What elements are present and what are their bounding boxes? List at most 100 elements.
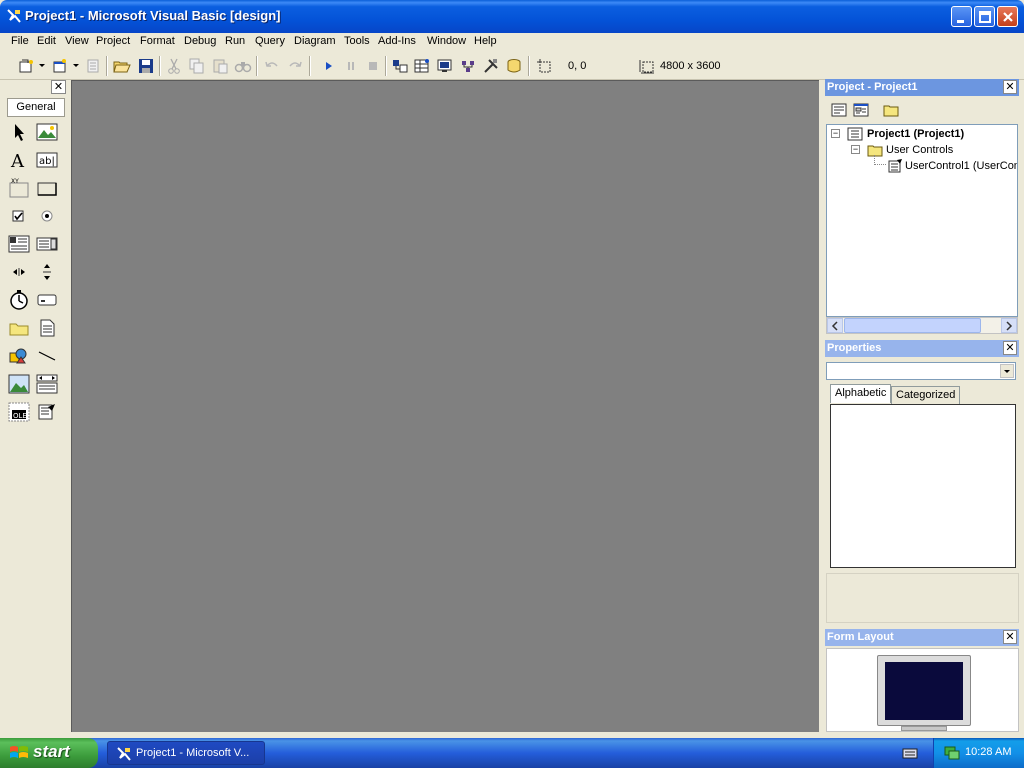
svg-text:A: A: [10, 151, 25, 171]
menu-file[interactable]: File: [11, 35, 29, 47]
image-tool-icon[interactable]: [8, 373, 30, 395]
close-button[interactable]: [997, 6, 1018, 27]
menu-project[interactable]: Project: [96, 35, 130, 47]
usercontrol-tool-icon[interactable]: [36, 401, 58, 423]
vb-app-icon[interactable]: [6, 8, 22, 24]
shape-tool-icon[interactable]: [8, 345, 30, 367]
tree-collapse-root-icon[interactable]: −: [831, 129, 840, 138]
textbox-tool-icon[interactable]: ab|: [36, 149, 58, 171]
menu-debug[interactable]: Debug: [184, 35, 216, 47]
tree-item-project1[interactable]: Project1 (Project1): [867, 128, 964, 140]
cut-icon[interactable]: [165, 57, 183, 75]
form-layout-panel-header[interactable]: Form Layout ✕: [825, 629, 1019, 646]
add-form-icon[interactable]: [51, 57, 69, 75]
vscrollbar-tool-icon[interactable]: [36, 261, 58, 283]
menu-add-ins[interactable]: Add-Ins: [378, 35, 416, 47]
tree-collapse-folder-icon[interactable]: −: [851, 145, 860, 154]
size-icon: [638, 57, 656, 75]
monitor-stand: [901, 726, 947, 731]
view-code-icon[interactable]: [830, 101, 848, 119]
maximize-button[interactable]: [974, 6, 995, 27]
properties-panel-close-icon[interactable]: ✕: [1003, 341, 1017, 355]
view-object-icon[interactable]: [852, 101, 870, 119]
tab-categorized[interactable]: Categorized: [891, 386, 961, 405]
break-icon[interactable]: [342, 57, 360, 75]
project-tree-hscrollbar[interactable]: [826, 317, 1018, 334]
commandbutton-tool-icon[interactable]: [36, 177, 58, 199]
properties-grid[interactable]: [830, 404, 1016, 568]
design-workspace[interactable]: [71, 80, 819, 732]
scroll-right-icon[interactable]: [1001, 318, 1017, 333]
line-tool-icon[interactable]: [36, 345, 58, 367]
menu-diagram[interactable]: Diagram: [294, 35, 336, 47]
checkbox-tool-icon[interactable]: [8, 205, 30, 227]
optionbutton-tool-icon[interactable]: [36, 205, 58, 227]
properties-window-icon[interactable]: [413, 57, 431, 75]
menu-edit[interactable]: Edit: [37, 35, 56, 47]
network-icon[interactable]: [943, 745, 961, 764]
toggle-folders-icon[interactable]: [882, 101, 900, 119]
data-tool-icon[interactable]: [36, 373, 58, 395]
data-view-icon[interactable]: [505, 57, 523, 75]
menu-query[interactable]: Query: [255, 35, 285, 47]
scroll-left-icon[interactable]: [827, 318, 843, 333]
find-icon[interactable]: [234, 57, 252, 75]
title-bar[interactable]: Project1 - Microsoft Visual Basic [desig…: [0, 0, 1024, 33]
start-run-icon[interactable]: [320, 57, 338, 75]
dirlistbox-tool-icon[interactable]: [8, 317, 30, 339]
menu-window[interactable]: Window: [427, 35, 466, 47]
tree-connector: [874, 155, 886, 165]
scroll-thumb[interactable]: [844, 318, 981, 333]
project-panel-header[interactable]: Project - Project1 ✕: [825, 79, 1019, 96]
form-layout-panel-close-icon[interactable]: ✕: [1003, 630, 1017, 644]
tree-item-usercontrol1[interactable]: UserControl1 (UserControl1): [905, 160, 1017, 172]
tab-alphabetic[interactable]: Alphabetic: [830, 384, 892, 403]
menu-format[interactable]: Format: [140, 35, 175, 47]
ole-tool-icon[interactable]: OLE: [8, 401, 30, 423]
picturebox-tool-icon[interactable]: [36, 121, 58, 143]
taskbar-task-vb[interactable]: Project1 - Microsoft V...: [107, 741, 265, 765]
monitor-preview: [877, 655, 971, 726]
frame-tool-icon[interactable]: XY: [8, 177, 30, 199]
monitor-screen[interactable]: [885, 662, 963, 720]
menu-view[interactable]: View: [65, 35, 89, 47]
paste-icon[interactable]: [211, 57, 229, 75]
object-selector-combo[interactable]: [826, 362, 1016, 380]
project-panel-close-icon[interactable]: ✕: [1003, 80, 1017, 94]
redo-icon[interactable]: [286, 57, 304, 75]
listbox-tool-icon[interactable]: [36, 233, 58, 255]
toolbox-icon[interactable]: [482, 57, 500, 75]
add-form-dropdown-icon[interactable]: [73, 64, 79, 67]
minimize-button[interactable]: [951, 6, 972, 27]
chevron-down-icon[interactable]: [1000, 364, 1014, 378]
toolbox-close-icon[interactable]: ✕: [51, 80, 66, 94]
label-tool-icon[interactable]: A: [8, 149, 30, 172]
menu-tools[interactable]: Tools: [344, 35, 370, 47]
system-clock[interactable]: 10:28 AM: [965, 746, 1011, 758]
menu-run[interactable]: Run: [225, 35, 245, 47]
hscrollbar-tool-icon[interactable]: [8, 261, 30, 283]
object-browser-icon[interactable]: [459, 57, 477, 75]
start-button[interactable]: start: [0, 738, 98, 768]
pointer-tool-icon[interactable]: [8, 121, 30, 143]
timer-tool-icon[interactable]: [8, 289, 30, 311]
add-project-icon[interactable]: [18, 57, 36, 75]
end-icon[interactable]: [364, 57, 382, 75]
save-project-icon[interactable]: [137, 57, 155, 75]
copy-icon[interactable]: [188, 57, 206, 75]
undo-icon[interactable]: [263, 57, 281, 75]
keyboard-icon[interactable]: [902, 746, 918, 763]
tree-item-user-controls[interactable]: User Controls: [886, 144, 953, 156]
drivelistbox-tool-icon[interactable]: [36, 289, 58, 311]
form-layout-icon[interactable]: [436, 57, 454, 75]
menu-editor-icon[interactable]: [84, 57, 102, 75]
menu-help[interactable]: Help: [474, 35, 497, 47]
combobox-tool-icon[interactable]: [8, 233, 30, 255]
add-project-dropdown-icon[interactable]: [39, 64, 45, 67]
open-project-icon[interactable]: [113, 57, 131, 75]
project-explorer-icon[interactable]: [391, 57, 409, 75]
properties-panel-header[interactable]: Properties ✕: [825, 340, 1019, 357]
filelistbox-tool-icon[interactable]: [36, 317, 58, 339]
property-description: [826, 573, 1019, 623]
toolbox-tab-general[interactable]: General: [7, 98, 65, 117]
